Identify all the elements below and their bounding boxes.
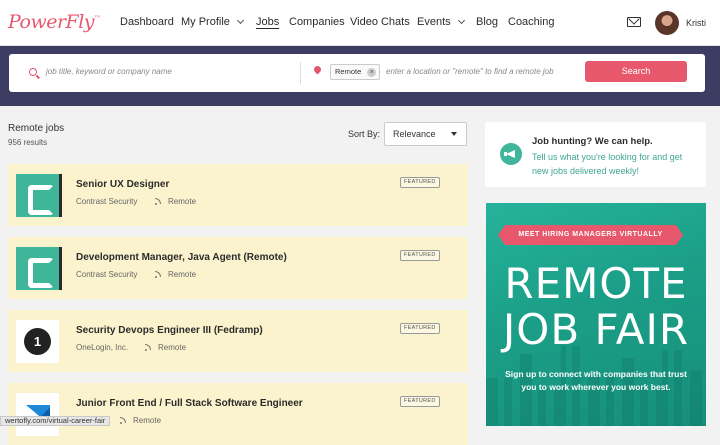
nav-coaching[interactable]: Coaching <box>508 16 554 28</box>
job-company[interactable]: Contrast Security <box>76 197 137 206</box>
contrast-security-logo[interactable] <box>16 174 59 217</box>
search-box: job title, keyword or company name Remot… <box>9 54 705 92</box>
featured-badge: FEATURED <box>400 396 440 407</box>
fair-banner: MEET HIRING MANAGERS VIRTUALLY <box>498 225 683 245</box>
location-pin-icon <box>312 64 323 75</box>
search-button[interactable]: Search <box>585 61 687 82</box>
username[interactable]: Kristi <box>686 18 706 28</box>
featured-badge: FEATURED <box>400 323 440 334</box>
chevron-down-icon <box>457 16 465 25</box>
remote-signal-icon <box>145 343 153 351</box>
fair-subtext: Sign up to connect with companies that t… <box>505 369 687 392</box>
sort-by-label: Sort By: <box>348 129 381 139</box>
chevron-down-icon <box>236 16 244 25</box>
company-logo[interactable] <box>16 393 59 436</box>
job-alert-card[interactable]: Job hunting? We can help. Tell us what y… <box>485 122 706 187</box>
caret-down-icon <box>451 132 457 136</box>
megaphone-icon <box>500 143 522 165</box>
job-location: Remote <box>168 197 197 206</box>
powerfly-logo[interactable]: PowerFly™ <box>8 11 101 33</box>
nav-companies[interactable]: Companies <box>289 16 345 28</box>
job-title[interactable]: Security Devops Engineer III (Fedramp) <box>76 325 263 336</box>
remote-signal-icon <box>120 416 128 424</box>
fair-headline-line-2: JOB FAIR <box>502 305 690 354</box>
help-text[interactable]: Tell us what you're looking for and get … <box>532 150 700 178</box>
avatar[interactable] <box>655 11 679 35</box>
nav-blog[interactable]: Blog <box>476 16 498 28</box>
help-title: Job hunting? We can help. <box>532 136 653 147</box>
envelope-icon[interactable] <box>627 17 641 27</box>
nav-dashboard[interactable]: Dashboard <box>120 16 174 28</box>
chip-remove-icon[interactable]: × <box>367 68 377 77</box>
fair-headline-line-1: REMOTE <box>504 259 688 308</box>
featured-badge: FEATURED <box>400 177 440 188</box>
results-count: 956 results <box>8 138 48 147</box>
job-title[interactable]: Senior UX Designer <box>76 179 169 190</box>
search-icon <box>29 68 37 76</box>
keyword-search-input[interactable]: job title, keyword or company name <box>46 67 172 76</box>
sort-select[interactable]: Relevance <box>384 122 467 146</box>
status-bar-url: wertofly.com/virtual-career-fair <box>0 416 111 426</box>
top-nav: PowerFly™ Dashboard My Profile Jobs Comp… <box>0 0 720 46</box>
location-search-input[interactable]: enter a location or "remote" to find a r… <box>386 67 554 76</box>
remote-signal-icon <box>155 197 163 205</box>
job-card[interactable]: Junior Front End / Full Stack Software E… <box>8 383 468 445</box>
job-location: Remote <box>133 416 162 425</box>
nav-events[interactable]: Events <box>417 16 465 28</box>
remote-signal-icon <box>155 270 163 278</box>
contrast-security-logo[interactable] <box>16 247 59 290</box>
location-chip[interactable]: Remote × <box>330 64 381 80</box>
job-company[interactable]: Contrast Security <box>76 270 137 279</box>
job-card[interactable]: Development Manager, Java Agent (Remote)… <box>8 237 468 299</box>
search-band: job title, keyword or company name Remot… <box>0 46 720 106</box>
remote-job-fair-ad[interactable]: MEET HIRING MANAGERS VIRTUALLY REMOTE JO… <box>486 203 706 426</box>
search-divider <box>300 62 301 84</box>
onelogin-logo[interactable] <box>16 320 59 363</box>
job-card[interactable]: Senior UX Designer Contrast Security Rem… <box>8 164 468 226</box>
nav-jobs[interactable]: Jobs <box>256 16 279 28</box>
nav-video-chats[interactable]: Video Chats <box>350 16 410 28</box>
job-location: Remote <box>158 343 187 352</box>
job-card[interactable]: Security Devops Engineer III (Fedramp) O… <box>8 310 468 372</box>
job-company[interactable]: OneLogin, Inc. <box>76 343 128 352</box>
job-title[interactable]: Development Manager, Java Agent (Remote) <box>76 252 287 263</box>
nav-my-profile[interactable]: My Profile <box>181 16 244 28</box>
job-title[interactable]: Junior Front End / Full Stack Software E… <box>76 398 303 409</box>
results-title: Remote jobs <box>8 123 65 134</box>
featured-badge: FEATURED <box>400 250 440 261</box>
job-location: Remote <box>168 270 197 279</box>
